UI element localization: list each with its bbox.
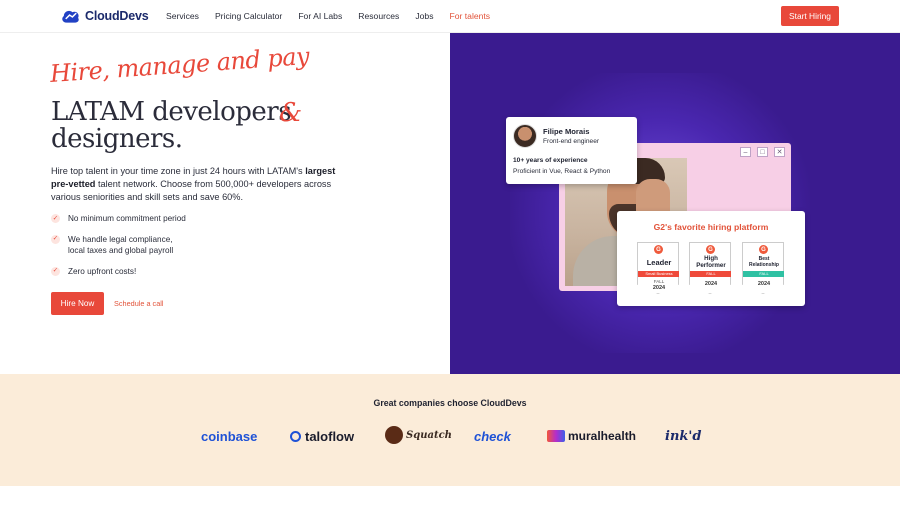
close-icon[interactable]: ✕ (774, 147, 785, 157)
g2-logo-icon: G (654, 245, 663, 254)
benefit-item: ✓ We handle legal compliance, local taxe… (51, 234, 186, 257)
badge-band: Small Business (638, 271, 679, 277)
check-icon: ✓ (51, 234, 60, 244)
badge-year: 2024 (652, 285, 666, 291)
nav-jobs[interactable]: Jobs (415, 11, 433, 21)
nav-services[interactable]: Services (166, 11, 199, 21)
inkd-logo: ink'd (665, 429, 702, 444)
hero-headline-line1: LATAM developers (51, 97, 292, 127)
coinbase-logo: coinbase (201, 429, 258, 444)
squatch-logo: Squatch (385, 426, 452, 444)
badge-year: 2024 (704, 281, 718, 287)
start-hiring-button[interactable]: Start Hiring (781, 6, 839, 26)
benefit-text: Zero upfront costs! (68, 266, 137, 276)
developer-name: Filipe Morais (543, 127, 590, 136)
customer-logos-section: Great companies choose CloudDevs coinbas… (0, 374, 900, 486)
badge-year: 2024 (757, 281, 771, 287)
badge-band: FALL (690, 271, 731, 277)
badge-title: Best Relationship (748, 256, 779, 268)
muralhealth-wordmark: muralhealth (568, 429, 637, 443)
cloud-logo-icon (62, 10, 79, 23)
benefit-item: ✓ Zero upfront costs! (51, 266, 311, 278)
developer-role: Front-end engineer (543, 138, 600, 145)
g2-logo-icon: G (706, 245, 715, 254)
check-logo: check (474, 429, 511, 444)
nav-pricing-calculator[interactable]: Pricing Calculator (215, 11, 282, 21)
nav-resources[interactable]: Resources (358, 11, 399, 21)
minimize-icon[interactable]: – (740, 147, 751, 157)
hero-description: Hire top talent in your time zone in jus… (51, 165, 341, 204)
benefit-text: We handle legal compliance, local taxes … (68, 234, 174, 256)
hero-visual: – □ ✕ Filipe Morais Front-end engineer 1… (450, 33, 900, 374)
benefit-item: ✓ No minimum commitment period (51, 213, 311, 225)
g2-badge-best-relationship: G Best Relationship FALL 2024 (742, 242, 784, 294)
top-header: CloudDevs Services Pricing Calculator Fo… (0, 0, 900, 33)
taloflow-ring-icon (290, 431, 301, 442)
page-bottom (0, 486, 900, 506)
benefit-text: No minimum commitment period (68, 214, 186, 223)
hero-headline-line2: designers. (51, 124, 183, 154)
check-icon: ✓ (51, 266, 60, 276)
desc-text-1: Hire top talent in your time zone in jus… (51, 166, 306, 176)
badge-season: FALL (653, 279, 665, 284)
developer-profile-card: Filipe Morais Front-end engineer 10+ yea… (506, 117, 637, 184)
developer-experience: 10+ years of experience (513, 157, 588, 164)
g2-awards-card: G2's favorite hiring platform G Leader S… (617, 211, 805, 306)
brand-logo[interactable]: CloudDevs (61, 8, 149, 24)
g2-badge-high-performer: G High Performer FALL 2024 (689, 242, 731, 294)
squatch-wordmark: Squatch (406, 429, 452, 441)
g2-badge-leader: G Leader Small Business FALL 2024 (637, 242, 679, 294)
hero-script-line: Hire, manage and pay (49, 41, 310, 88)
check-icon: ✓ (51, 214, 60, 223)
nav-for-ai-labs[interactable]: For AI Labs (298, 11, 342, 21)
muralhealth-logo: muralhealth (547, 429, 636, 443)
schedule-call-link[interactable]: Schedule a call (114, 299, 164, 308)
badge-title: High Performer (696, 255, 726, 269)
taloflow-wordmark: taloflow (305, 429, 355, 444)
nav-for-talents[interactable]: For talents (450, 11, 491, 21)
badge-title: Leader (646, 258, 672, 267)
taloflow-logo: taloflow (290, 429, 354, 444)
squatch-badge-icon (385, 426, 403, 444)
maximize-icon[interactable]: □ (757, 147, 768, 157)
main-nav: Services Pricing Calculator For AI Labs … (166, 11, 506, 21)
developer-skills: Proficient in Vue, React & Python (513, 168, 611, 175)
g2-title: G2's favorite hiring platform (653, 222, 769, 232)
badge-band: FALL (743, 271, 784, 277)
hire-now-button[interactable]: Hire Now (51, 292, 104, 315)
logos-title: Great companies choose CloudDevs (373, 398, 527, 408)
hero-ampersand: & (279, 98, 303, 128)
avatar (513, 124, 537, 148)
benefit-list: ✓ No minimum commitment period ✓ We hand… (51, 213, 311, 286)
brand-name: CloudDevs (85, 9, 149, 23)
g2-logo-icon: G (759, 245, 768, 254)
mural-m-icon (547, 430, 565, 442)
